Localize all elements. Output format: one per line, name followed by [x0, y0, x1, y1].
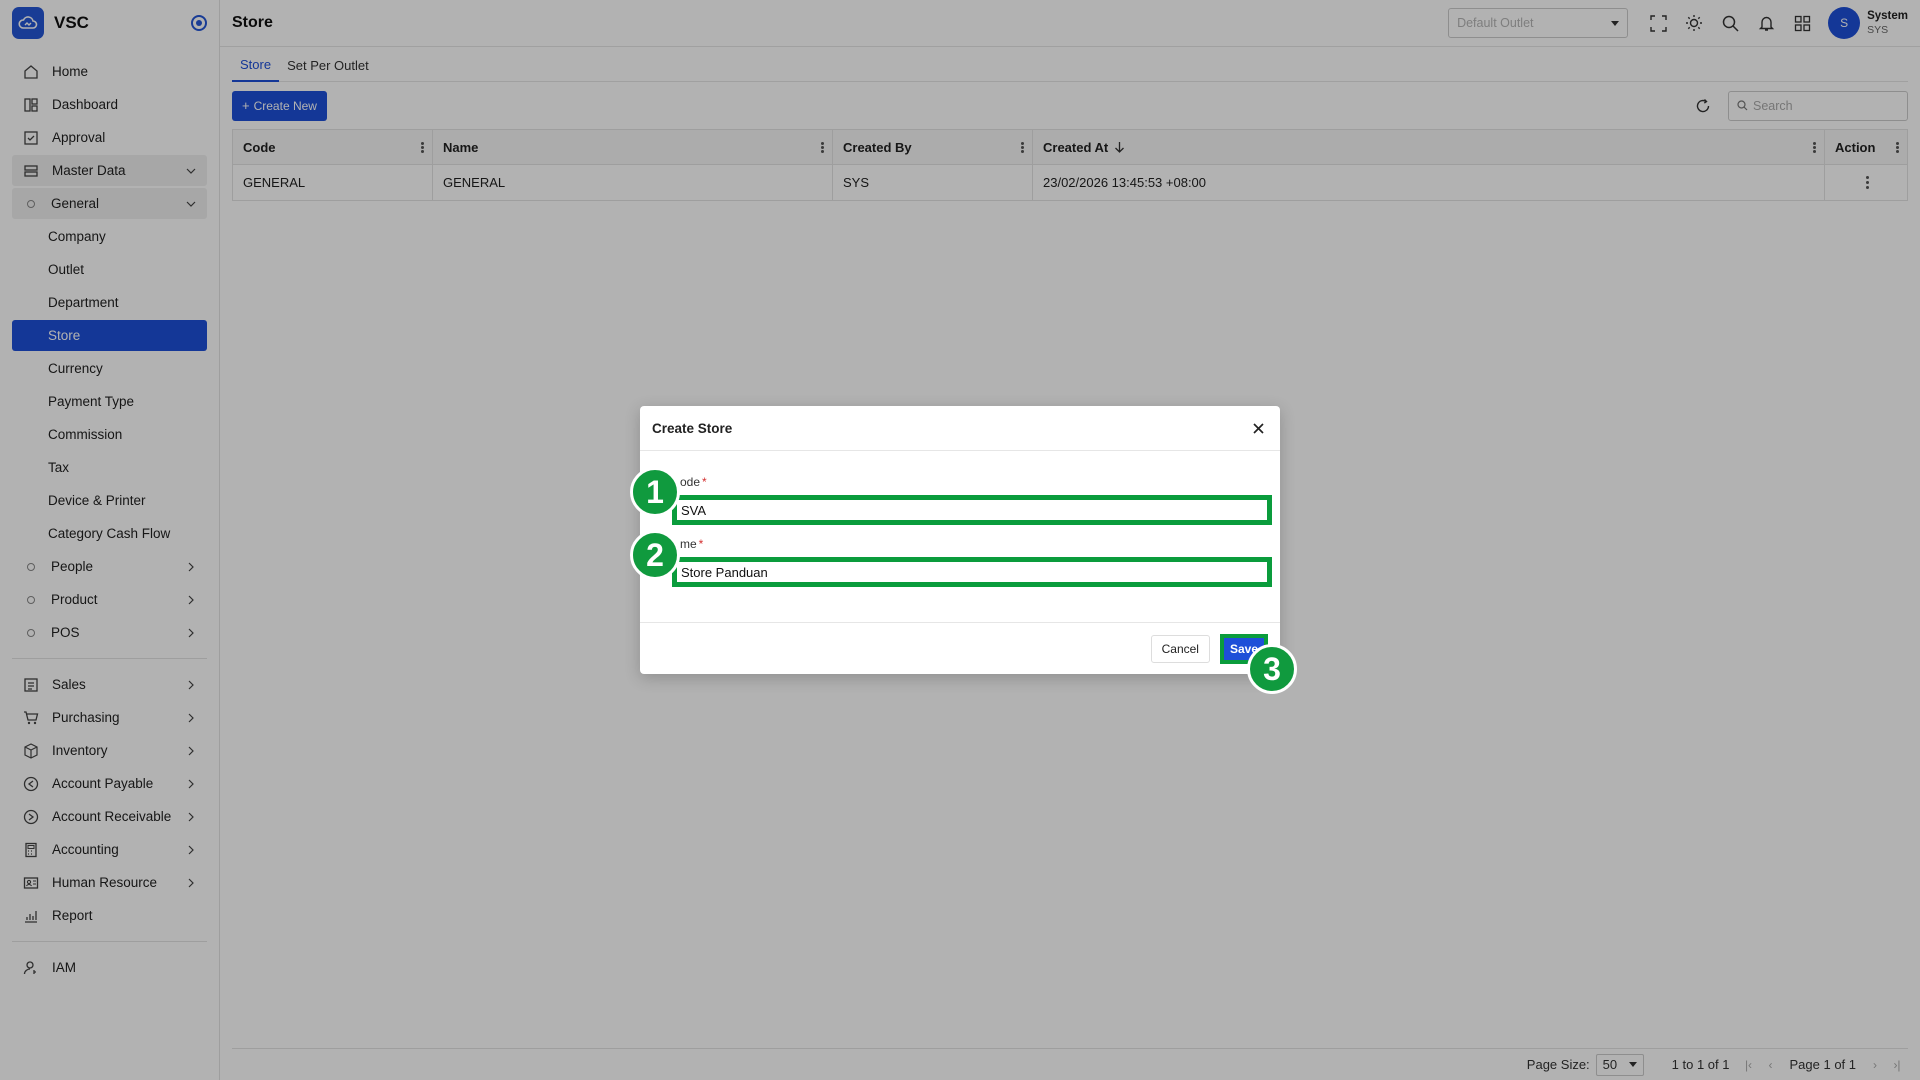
code-input-value: SVA	[681, 502, 707, 518]
step-badge-3: 3	[1247, 644, 1297, 694]
close-icon[interactable]	[1248, 418, 1268, 438]
name-field: me * Store Panduan	[652, 537, 1272, 587]
step-badge-1: 1	[630, 467, 680, 517]
dialog-header: Create Store	[640, 406, 1280, 451]
code-field: ode * SVA	[652, 475, 1272, 525]
dialog-body: ode * SVA me * Store Panduan	[640, 451, 1280, 587]
dialog-footer: Cancel Save	[640, 622, 1280, 674]
step-badge-2: 2	[630, 530, 680, 580]
code-label-text: ode	[680, 475, 701, 489]
code-input[interactable]: SVA	[672, 495, 1272, 525]
name-label: me *	[652, 537, 1268, 551]
name-input[interactable]: Store Panduan	[672, 557, 1272, 587]
code-label: ode *	[652, 475, 1268, 489]
dialog-title: Create Store	[652, 420, 733, 436]
required-marker: *	[702, 475, 707, 489]
cancel-button[interactable]: Cancel	[1150, 634, 1210, 663]
required-marker: *	[698, 537, 704, 551]
create-store-dialog: Create Store ode * SVA me * Store Panduan …	[640, 406, 1280, 674]
name-input-value: Store Panduan	[681, 564, 768, 580]
name-label-text: me	[680, 537, 697, 551]
